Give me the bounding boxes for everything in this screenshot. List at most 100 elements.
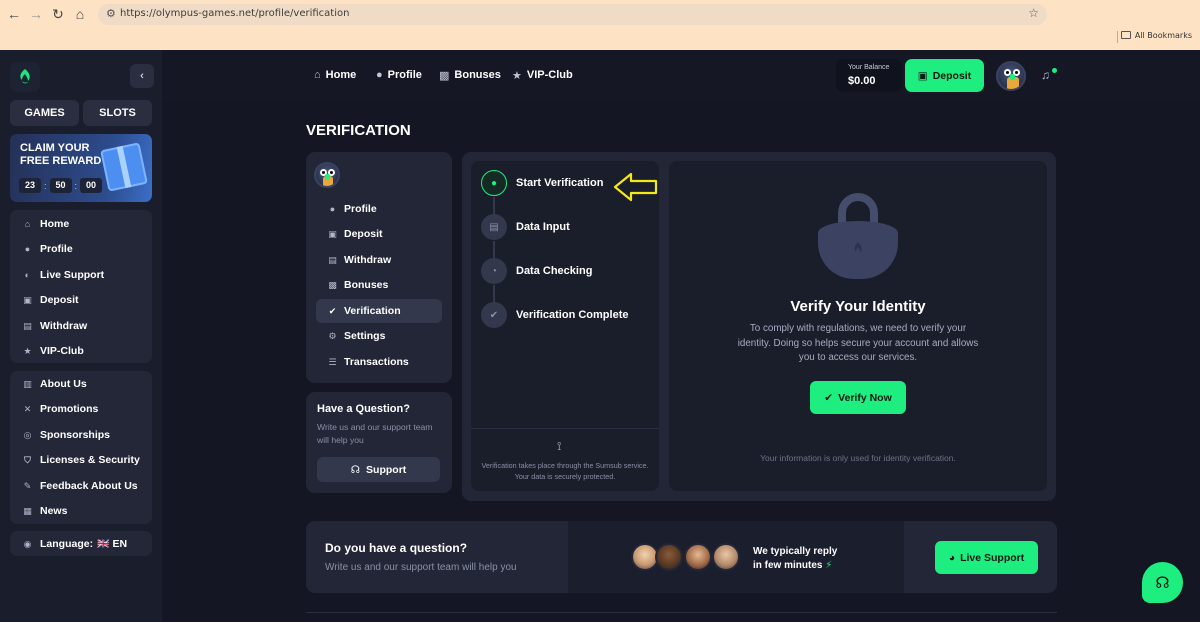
sidebar-item-vip-club[interactable]: ★ VIP-Club: [22, 344, 84, 358]
header-nav-bonuses[interactable]: ▩ Bonuses: [439, 68, 501, 82]
profile-menu-bonuses[interactable]: ▩ Bonuses: [316, 273, 442, 297]
step-label: Data Checking: [516, 265, 593, 277]
sidebar-item-profile[interactable]: ● Profile: [22, 242, 73, 256]
promo-timer: 23 : 50 : 00: [19, 178, 103, 193]
annotation-arrow-icon: [613, 172, 658, 202]
language-label: Language:: [40, 538, 94, 550]
footer-divider: [306, 612, 1057, 613]
sidebar-item-label: Profile: [40, 243, 73, 255]
sidebar-item-sponsorships[interactable]: ◎ Sponsorships: [22, 428, 110, 442]
uk-flag-icon: 🇬🇧: [97, 538, 110, 550]
balance-label: Your Balance: [848, 64, 890, 71]
header-deposit-button[interactable]: ▣ Deposit: [905, 59, 984, 92]
url-text: https://olympus-games.net/profile/verifi…: [120, 8, 350, 19]
sidebar-item-live-support[interactable]: ◐ Live Support: [22, 268, 104, 282]
chevron-left-icon: ‹: [140, 70, 144, 82]
back-icon[interactable]: ←: [5, 5, 23, 23]
sidebar-item-deposit[interactable]: ▣ Deposit: [22, 293, 78, 307]
home-icon: ⌂: [24, 219, 31, 229]
language-selector[interactable]: ◉ Language: 🇬🇧 EN: [10, 531, 152, 556]
folder-icon: [1120, 31, 1131, 39]
sidebar-item-label: VIP-Club: [40, 345, 84, 357]
language-row: ◉ Language: 🇬🇧 EN: [22, 537, 128, 551]
sidebar-item-label: Licenses & Security: [40, 454, 140, 466]
sidebar-item-withdraw[interactable]: ▤ Withdraw: [22, 319, 87, 333]
site-logo-icon[interactable]: [10, 62, 40, 92]
sidebar-item-label: Feedback About Us: [40, 480, 138, 492]
step-label: Verification Complete: [516, 309, 629, 321]
promo-title: CLAIM YOUR FREE REWARD: [20, 142, 102, 167]
withdraw-icon: ▤: [23, 320, 32, 331]
step-data-checking: ◔ Data Checking: [481, 258, 592, 284]
feedback-icon: ✎: [23, 480, 32, 491]
site-info-icon[interactable]: ⚙: [106, 7, 116, 20]
sidebar-item-promotions[interactable]: ✕ Promotions: [22, 402, 99, 416]
header-nav-label: Home: [325, 69, 357, 81]
user-icon: ●: [329, 204, 336, 214]
chat-icon: ◕: [948, 551, 956, 564]
address-bar[interactable]: ⚙ https://olympus-games.net/profile/veri…: [98, 4, 1047, 25]
sidebar-item-licenses[interactable]: ⛉ Licenses & Security: [22, 453, 140, 467]
sidebar-item-about-us[interactable]: ▥ About Us: [22, 377, 86, 391]
live-support-button[interactable]: ◕ Live Support: [935, 541, 1038, 574]
header-nav-profile[interactable]: ● Profile: [376, 68, 422, 82]
step-label: Start Verification: [516, 177, 604, 189]
profile-menu-verification[interactable]: ✔ Verification: [316, 299, 442, 323]
notification-bell-icon[interactable]: ♫: [1041, 68, 1057, 82]
all-bookmarks[interactable]: All Bookmarks: [1120, 31, 1192, 40]
star-icon: ★: [23, 345, 32, 356]
slots-tab[interactable]: SLOTS: [83, 100, 152, 126]
games-tab[interactable]: GAMES: [10, 100, 79, 126]
verify-title: Verify Your Identity: [790, 298, 926, 315]
support-label: Support: [366, 463, 407, 476]
collapse-sidebar-button[interactable]: ‹: [130, 64, 154, 88]
sidebar-item-feedback[interactable]: ✎ Feedback About Us: [22, 479, 138, 493]
gift-box-icon: [100, 142, 148, 192]
profile-menu-profile[interactable]: ● Profile: [316, 197, 442, 221]
step-start-verification: ● Start Verification: [481, 170, 603, 196]
home-browser-icon[interactable]: ⌂: [71, 5, 89, 23]
sidebar-item-label: Sponsorships: [40, 429, 111, 441]
wallet-icon: ▣: [328, 228, 337, 239]
reload-icon[interactable]: ↻: [49, 5, 67, 23]
forward-icon[interactable]: →: [27, 5, 45, 23]
steps-divider: [471, 428, 659, 429]
bookmark-star-icon[interactable]: ☆: [1028, 6, 1039, 20]
header-nav-home[interactable]: ⌂ Home: [314, 68, 356, 82]
step-connector: [493, 285, 495, 303]
user-icon: ●: [376, 69, 383, 81]
support-bar-title: Do you have a question?: [325, 541, 468, 555]
user-avatar[interactable]: [996, 61, 1026, 91]
star-icon: ★: [512, 69, 522, 82]
info-nav-group: ▥ About Us ✕ Promotions ◎ Sponsorships ⛉ Lic…: [10, 371, 152, 524]
header-nav-vip-club[interactable]: ★ VIP-Club: [512, 68, 573, 82]
agent-avatar: [655, 543, 683, 571]
news-icon: ▦: [23, 505, 32, 516]
sidebar-item-label: Home: [40, 218, 70, 230]
profile-menu-deposit[interactable]: ▣ Deposit: [316, 222, 442, 246]
question-text: Write us and our support team will help …: [317, 422, 433, 445]
timer-minutes: 50: [49, 178, 72, 193]
agent-avatar: [712, 543, 740, 571]
gift-icon: ▩: [439, 69, 450, 82]
globe-icon: ◉: [23, 538, 32, 549]
sidebar-item-news[interactable]: ▦ News: [22, 504, 67, 518]
reply-line-2: in few minutes: [753, 559, 823, 571]
sidebar: ‹ GAMES SLOTS CLAIM YOUR FREE REWARD 23 …: [0, 50, 162, 622]
support-button[interactable]: ☊ Support: [317, 457, 440, 482]
profile-menu-settings[interactable]: ⚙ Settings: [316, 324, 442, 348]
verify-note: Your information is only used for identi…: [760, 453, 956, 463]
verify-now-button[interactable]: ✔ Verify Now: [810, 381, 906, 414]
profile-menu-transactions[interactable]: ☰ Transactions: [316, 350, 442, 374]
wallet-icon: ▣: [23, 294, 32, 305]
profile-menu-withdraw[interactable]: ▤ Withdraw: [316, 248, 442, 272]
gear-icon: ⚙: [328, 330, 337, 341]
search-doc-icon: ◔: [481, 258, 507, 284]
support-bar-subtitle: Write us and our support team will help …: [325, 562, 517, 573]
balance-value: $0.00: [848, 75, 876, 87]
header-nav-label: VIP-Club: [526, 69, 573, 81]
chat-headset-icon[interactable]: ☊: [1142, 562, 1183, 603]
sidebar-item-home[interactable]: ⌂ Home: [22, 217, 69, 231]
timer-hours: 23: [19, 178, 41, 193]
claim-reward-banner[interactable]: CLAIM YOUR FREE REWARD 23 : 50 : 00: [10, 134, 152, 202]
